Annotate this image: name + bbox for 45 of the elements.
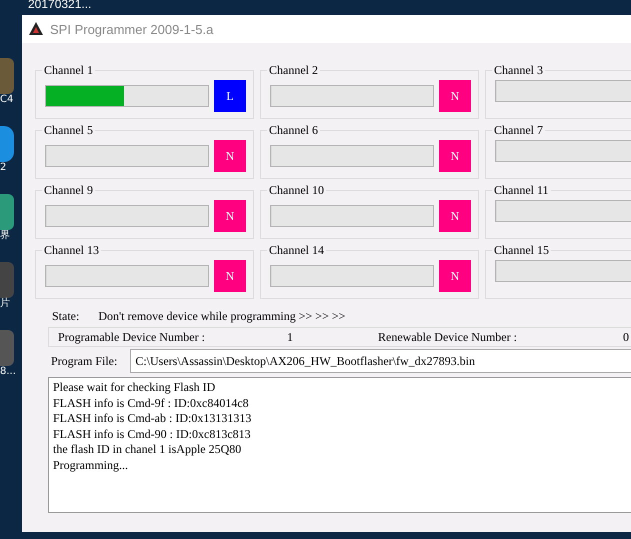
app-logo-icon [28, 21, 44, 37]
program-file-field[interactable]: C:\Users\Assassin\Desktop\AX206_HW_Bootflasher\fw_dx27893.bin [130, 349, 631, 373]
channel-label: Channel 14 [268, 243, 325, 258]
status-button[interactable]: N [439, 200, 471, 232]
log-line: Programming... [53, 458, 129, 473]
log-line: Please wait for checking Flash ID [53, 380, 216, 396]
program-file-label: Program File: [51, 354, 118, 368]
state-message: Don't remove device while programming >> >> >> [98, 309, 346, 324]
channel-label: Channel 11 [493, 183, 550, 198]
renewable-count: 0 [623, 330, 629, 345]
status-button[interactable]: N [439, 80, 471, 112]
desktop-icon-label: 界 [0, 230, 10, 242]
desktop-icon-label: 片 [0, 298, 10, 310]
desktop-icon-label: 2 [0, 162, 6, 174]
channel-label: Channel 7 [493, 123, 544, 138]
channel-label: Channel 1 [43, 63, 94, 78]
status-button[interactable]: N [214, 200, 246, 232]
channel-label: Channel 9 [43, 183, 94, 198]
desktop-app-icon[interactable] [0, 126, 14, 162]
channel-label: Channel 3 [493, 63, 544, 78]
status-button[interactable]: N [214, 140, 246, 172]
status-button[interactable]: N [214, 260, 246, 292]
desktop-app-icon[interactable] [0, 194, 14, 230]
channel-label: Channel 15 [493, 243, 550, 258]
desktop-app-icon[interactable] [0, 58, 14, 94]
state-label: State: [52, 309, 80, 324]
channel-label: Channel 13 [43, 243, 100, 258]
desktop-app-icon[interactable] [0, 330, 14, 366]
channel-label: Channel 10 [268, 183, 325, 198]
status-button[interactable]: L [214, 80, 246, 112]
programable-label: Programable Device Number : [58, 330, 205, 345]
renewable-label: Renewable Device Number : [378, 330, 517, 345]
log-line: the flash ID in chanel 1 isApple 25Q80 [53, 442, 242, 458]
status-button[interactable]: N [439, 260, 471, 292]
desktop-icon-label: C4 [0, 94, 14, 106]
window-title: SPI Programmer 2009-1-5.a [50, 22, 214, 36]
channel-label: Channel 2 [268, 63, 319, 78]
status-button[interactable]: N [439, 140, 471, 172]
log-line: FLASH info is Cmd-ab : ID:0x13131313 [53, 411, 252, 426]
programable-count: 1 [287, 330, 293, 345]
channel-label: Channel 5 [43, 123, 94, 138]
log-line: FLASH info is Cmd-90 : ID:0xc813c813 [53, 426, 252, 442]
log-line: FLASH info is Cmd-9f : ID:0xc84014c8 [53, 396, 250, 411]
channel-label: Channel 6 [268, 123, 319, 138]
desktop-icon-label: 8... [0, 366, 16, 378]
